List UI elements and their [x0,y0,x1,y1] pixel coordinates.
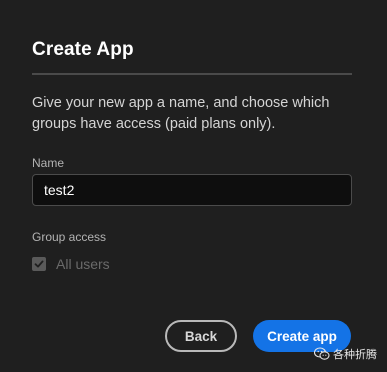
all-users-option: All users [32,256,110,272]
all-users-checkbox [32,257,46,271]
wechat-icon [314,347,330,360]
group-access-label: Group access [32,230,107,244]
checkmark-icon [34,260,44,268]
dialog-description: Give your new app a name, and choose whi… [32,95,330,132]
all-users-label: All users [56,256,110,272]
watermark: 各种折腾 [314,346,377,362]
create-app-dialog: Create App Give your new app a name, and… [0,0,387,372]
watermark-text: 各种折腾 [333,349,377,361]
app-name-input[interactable] [32,174,352,206]
name-field-label: Name [32,156,65,170]
back-button[interactable]: Back [165,320,237,352]
title-divider [32,73,352,75]
dialog-title: Create App [32,39,134,60]
